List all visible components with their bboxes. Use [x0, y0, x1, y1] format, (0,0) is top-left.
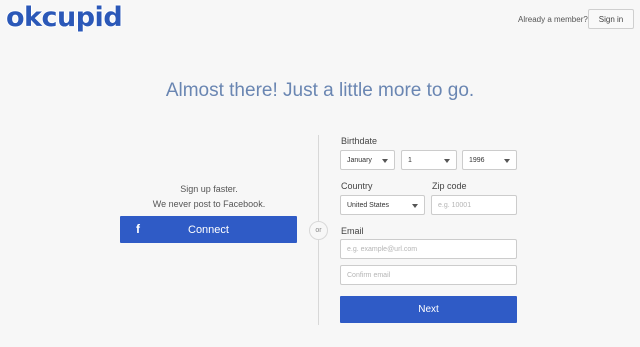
chevron-down-icon: [504, 159, 510, 163]
zip-code-placeholder: e.g. 10001: [438, 201, 472, 209]
facebook-connect-label: Connect: [188, 223, 229, 236]
birth-month-value: January: [347, 156, 372, 164]
birth-day-select[interactable]: 1: [401, 150, 457, 170]
facebook-icon: f: [136, 222, 140, 236]
chevron-down-icon: [412, 204, 418, 208]
birthdate-label: Birthdate: [341, 136, 378, 146]
page-headline: Almost there! Just a little more to go.: [165, 80, 475, 101]
facebook-blurb-line2: We never post to Facebook.: [152, 199, 266, 209]
email-label: Email: [341, 226, 364, 236]
or-separator: or: [309, 221, 328, 240]
email-placeholder: e.g. example@url.com: [347, 245, 418, 253]
zip-code-label: Zip code: [432, 181, 467, 191]
confirm-email-input[interactable]: Confirm email: [340, 265, 517, 285]
okcupid-logo[interactable]: okcupid: [6, 2, 123, 33]
sign-in-button[interactable]: Sign in: [588, 9, 634, 29]
facebook-connect-button[interactable]: f Connect: [120, 216, 297, 243]
facebook-blurb-line1: Sign up faster.: [180, 184, 238, 194]
country-value: United States: [347, 201, 390, 209]
facebook-blurb: Sign up faster. We never post to Faceboo…: [120, 182, 298, 212]
confirm-email-placeholder: Confirm email: [347, 271, 391, 279]
birth-month-select[interactable]: January: [340, 150, 395, 170]
chevron-down-icon: [444, 159, 450, 163]
birth-day-value: 1: [408, 156, 412, 164]
zip-code-input[interactable]: e.g. 10001: [431, 195, 517, 215]
birth-year-select[interactable]: 1996: [462, 150, 517, 170]
email-input[interactable]: e.g. example@url.com: [340, 239, 517, 259]
country-label: Country: [341, 181, 373, 191]
next-button[interactable]: Next: [340, 296, 517, 323]
chevron-down-icon: [382, 159, 388, 163]
country-select[interactable]: United States: [340, 195, 425, 215]
birth-year-value: 1996: [469, 156, 485, 164]
already-member-text: Already a member?: [518, 15, 588, 24]
